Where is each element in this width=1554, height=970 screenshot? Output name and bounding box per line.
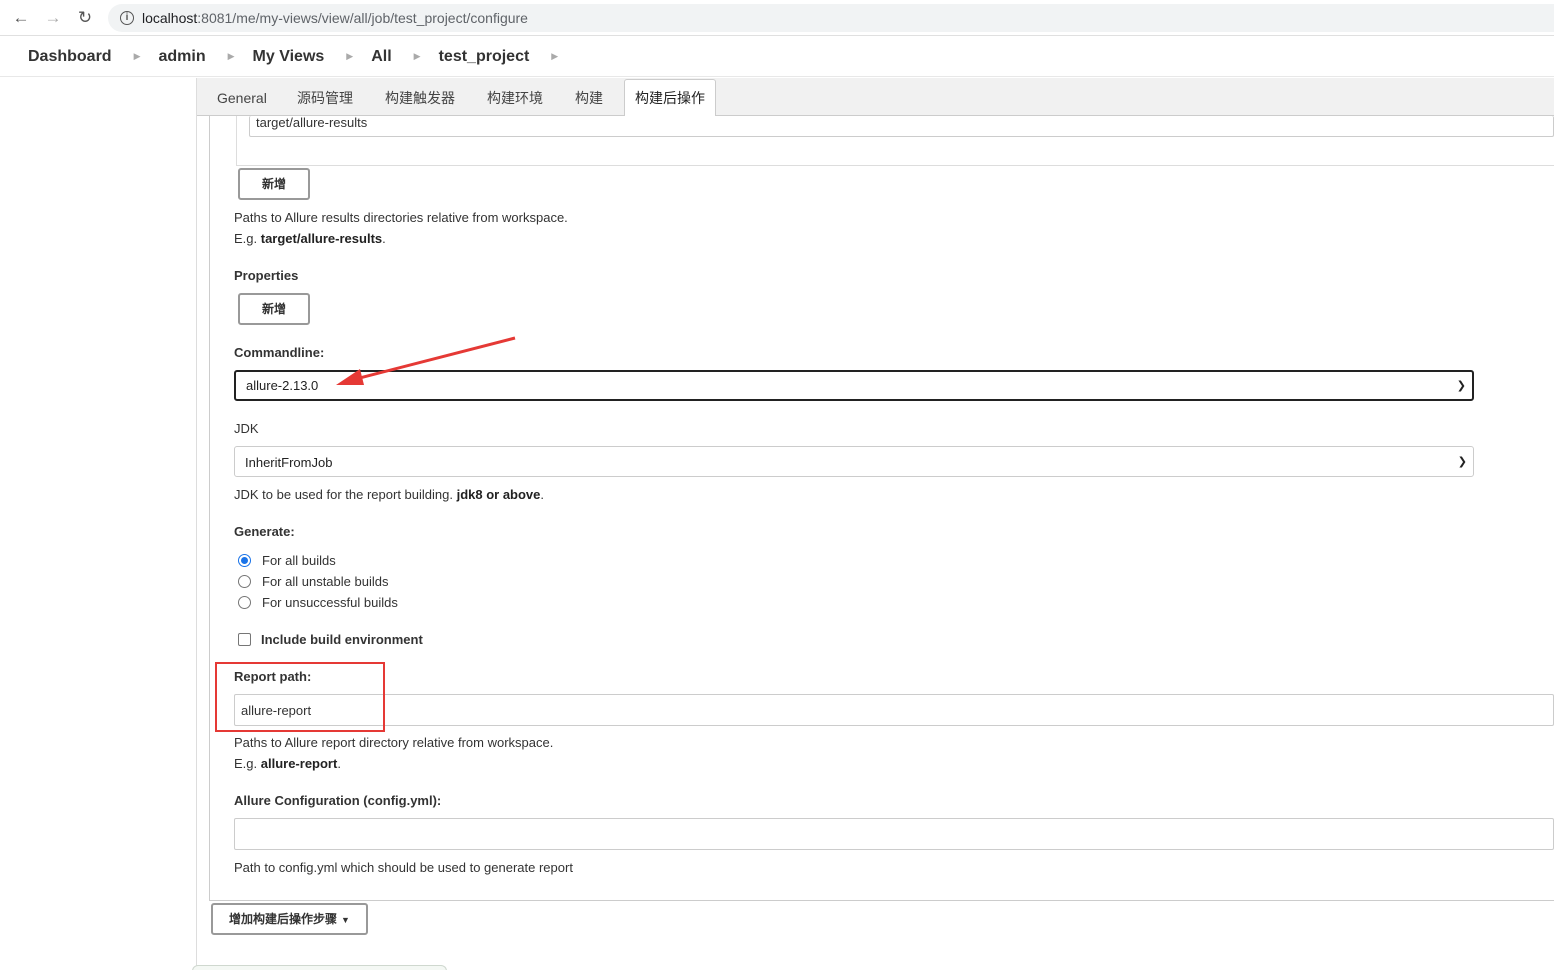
example-prefix: E.g. — [234, 756, 261, 771]
breadcrumb-separator-icon[interactable]: ▶ — [228, 51, 235, 62]
browser-toolbar: ← → ↻ i localhost:8081/me/my-views/view/… — [0, 0, 1554, 36]
breadcrumb-all[interactable]: All — [371, 48, 391, 66]
address-bar[interactable]: i localhost:8081/me/my-views/view/all/jo… — [108, 4, 1554, 32]
jdk-help-prefix: JDK to be used for the report building. — [234, 487, 457, 502]
add-post-build-step-button[interactable]: 增加构建后操作步骤 ▼ — [211, 903, 368, 935]
radio-label: For all builds — [262, 553, 336, 568]
include-build-environment-checkbox[interactable]: Include build environment — [238, 632, 423, 647]
breadcrumb-dashboard[interactable]: Dashboard — [28, 48, 112, 66]
results-path-input[interactable]: target/allure-results — [249, 116, 1554, 137]
tab-general[interactable]: General — [207, 78, 277, 116]
breadcrumb-test-project[interactable]: test_project — [439, 48, 530, 66]
generate-label: Generate: — [234, 524, 295, 539]
add-results-path-button[interactable]: 新增 — [238, 168, 310, 200]
allure-config-label: Allure Configuration (config.yml): — [234, 793, 442, 808]
example-suffix: . — [337, 756, 341, 771]
jdk-help-bold: jdk8 or above — [456, 487, 541, 502]
example-suffix: . — [382, 231, 386, 246]
chevron-down-icon: ❯ — [1457, 456, 1467, 468]
annotation-arrow-icon — [336, 336, 516, 385]
back-arrow-icon[interactable]: ← — [10, 7, 32, 29]
allure-config-input[interactable] — [234, 818, 1554, 850]
radio-for-all-builds[interactable]: For all builds — [238, 553, 336, 568]
jdk-help-suffix: . — [540, 487, 545, 502]
radio-for-unsuccessful-builds[interactable]: For unsuccessful builds — [238, 595, 398, 610]
example-value: target/allure-results — [260, 231, 383, 246]
results-help-example: E.g. target/allure-results. — [234, 231, 386, 246]
radio-label: For all unstable builds — [262, 574, 389, 589]
bottom-panel-edge — [192, 965, 447, 970]
breadcrumb-separator-icon[interactable]: ▶ — [551, 51, 558, 62]
sidebar-divider — [196, 78, 197, 970]
tab-build-triggers[interactable]: 构建触发器 — [375, 78, 465, 116]
example-value: allure-report — [260, 756, 338, 771]
radio-for-all-unstable-builds[interactable]: For all unstable builds — [238, 574, 388, 589]
url-text[interactable]: localhost:8081/me/my-views/view/all/job/… — [142, 10, 528, 26]
report-path-input[interactable]: allure-report — [234, 694, 1554, 726]
reload-icon[interactable]: ↻ — [74, 7, 96, 29]
commandline-selected-value: allure-2.13.0 — [246, 378, 319, 393]
url-path: :8081/me/my-views/view/all/job/test_proj… — [197, 10, 528, 26]
breadcrumb-admin[interactable]: admin — [159, 48, 206, 66]
breadcrumb-my-views[interactable]: My Views — [253, 48, 325, 66]
add-step-label: 增加构建后操作步骤 — [229, 912, 338, 926]
post-build-section — [209, 116, 1554, 901]
breadcrumb: Dashboard ▶ admin ▶ My Views ▶ All ▶ tes… — [0, 37, 1554, 77]
config-help-text: Path to config.yml which should be used … — [234, 860, 573, 875]
annotation-highlight-box — [215, 662, 385, 732]
report-help-text: Paths to Allure report directory relativ… — [234, 735, 554, 750]
radio-unchecked-icon[interactable] — [238, 575, 251, 588]
checkbox-label: Include build environment — [261, 632, 423, 647]
radio-label: For unsuccessful builds — [262, 595, 398, 610]
jdk-label: JDK — [234, 421, 259, 436]
tab-source-management[interactable]: 源码管理 — [287, 78, 363, 116]
results-help-text: Paths to Allure results directories rela… — [234, 210, 568, 225]
commandline-label: Commandline: — [234, 345, 325, 360]
config-tabbar: General 源码管理 构建触发器 构建环境 构建 构建后操作 — [197, 78, 1554, 117]
radio-unchecked-icon[interactable] — [238, 596, 251, 609]
add-property-button[interactable]: 新增 — [238, 293, 310, 325]
info-icon[interactable]: i — [120, 11, 134, 25]
url-host: localhost — [142, 10, 198, 26]
report-help-example: E.g. allure-report. — [234, 756, 341, 771]
checkbox-icon[interactable] — [238, 633, 251, 646]
example-prefix: E.g. — [234, 231, 261, 246]
jdk-selected-value: InheritFromJob — [245, 455, 333, 470]
tab-post-build-actions[interactable]: 构建后操作 — [624, 79, 716, 117]
tab-build[interactable]: 构建 — [565, 78, 613, 116]
radio-checked-icon[interactable] — [238, 554, 251, 567]
chevron-down-icon: ❯ — [1456, 380, 1466, 392]
jdk-help-text: JDK to be used for the report building. … — [234, 487, 544, 502]
breadcrumb-separator-icon[interactable]: ▶ — [134, 51, 141, 62]
caret-down-icon: ▼ — [341, 915, 350, 925]
jdk-select[interactable]: InheritFromJob ❯ — [234, 446, 1474, 477]
breadcrumb-separator-icon[interactable]: ▶ — [346, 51, 353, 62]
forward-arrow-icon[interactable]: → — [42, 7, 64, 29]
tab-build-environment[interactable]: 构建环境 — [477, 78, 553, 116]
properties-label: Properties — [234, 268, 299, 283]
breadcrumb-separator-icon[interactable]: ▶ — [414, 51, 421, 62]
